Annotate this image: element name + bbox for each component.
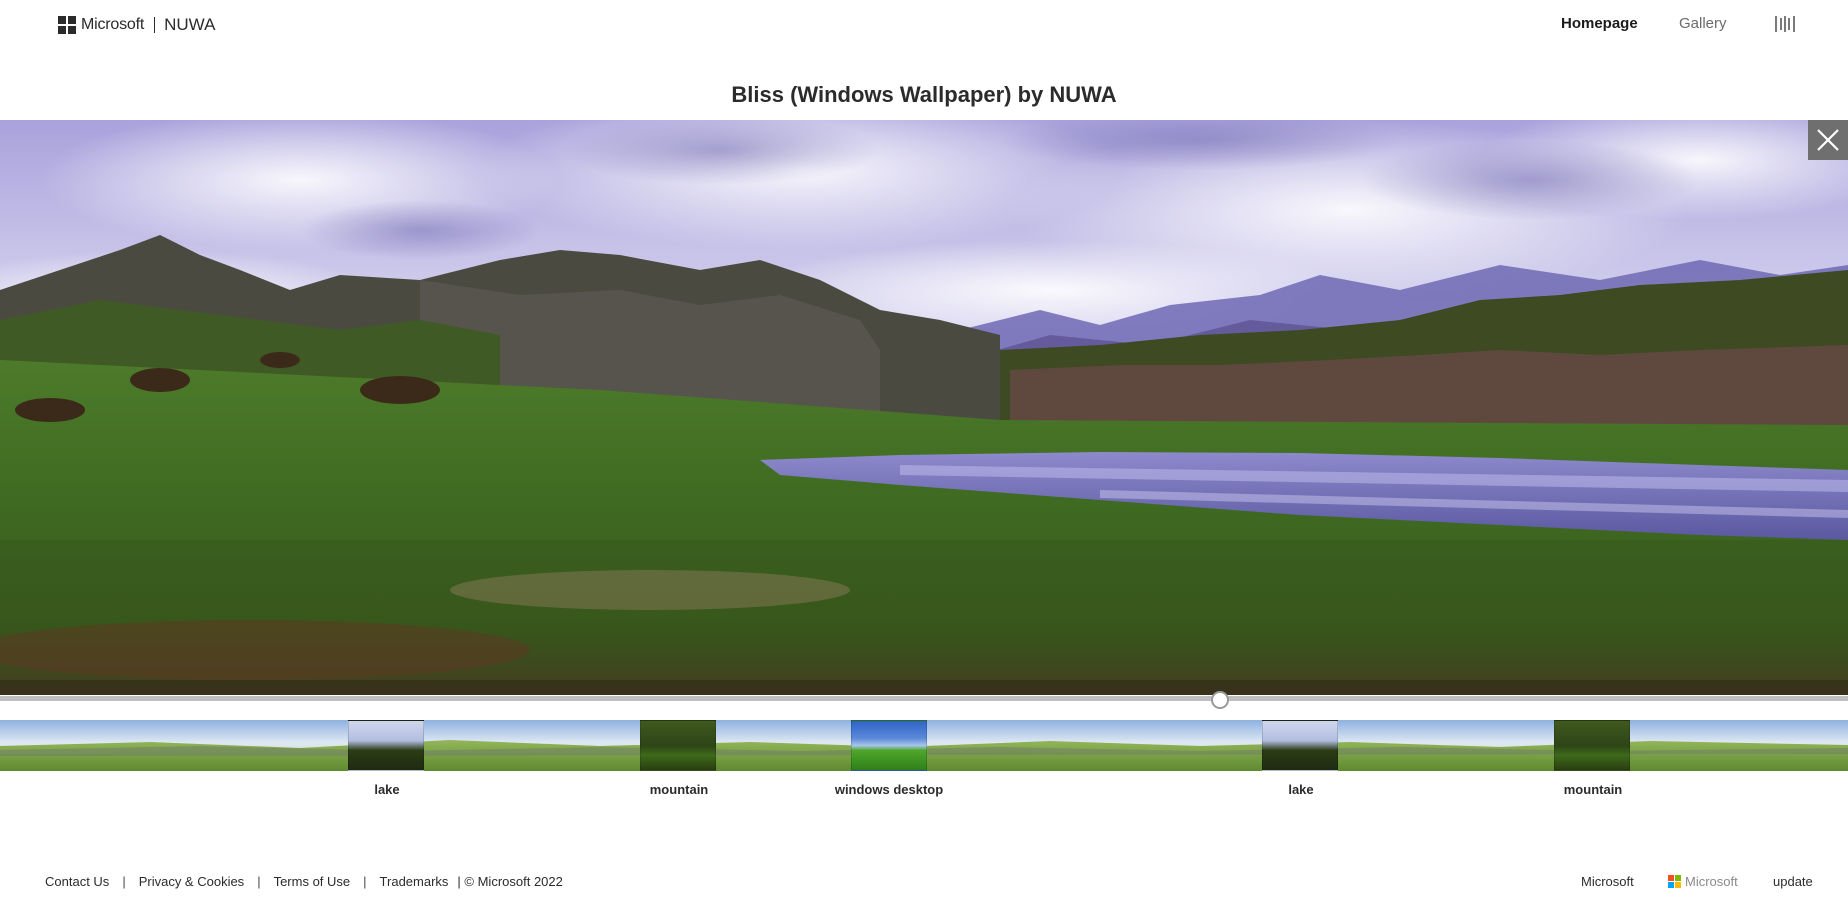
footer-microsoft-logo[interactable]: Microsoft (1668, 874, 1738, 889)
panorama-image (0, 120, 1848, 695)
slider-handle[interactable] (1211, 691, 1229, 709)
brand-name: Microsoft (81, 16, 145, 33)
thumbnail-label[interactable]: windows desktop (829, 781, 949, 799)
slider-track[interactable] (0, 696, 1848, 701)
microsoft-color-logo-icon (1668, 875, 1681, 888)
product-name: NUWA (164, 15, 216, 34)
barcode-bars-icon[interactable] (1775, 16, 1795, 32)
thumbnail-label[interactable]: lake (327, 781, 447, 799)
brand[interactable]: Microsoft NUWA (58, 14, 215, 36)
nav-homepage[interactable]: Homepage (1561, 15, 1638, 32)
footer-copyright: | © Microsoft 2022 (457, 874, 563, 889)
nav-gallery[interactable]: Gallery (1679, 15, 1727, 32)
footer-microsoft-link[interactable]: Microsoft (1581, 874, 1634, 889)
thumbnail-label[interactable]: lake (1241, 781, 1361, 799)
microsoft-logo-icon (58, 16, 76, 34)
thumbnail-strip[interactable] (0, 720, 1848, 771)
header: Microsoft NUWA Homepage Gallery (0, 0, 1848, 50)
close-button[interactable] (1808, 120, 1848, 160)
thumbnail-lake[interactable] (1262, 720, 1338, 771)
page: Microsoft NUWA Homepage Gallery Bliss (W… (0, 0, 1848, 902)
thumbnail-label[interactable]: mountain (619, 781, 739, 799)
page-title: Bliss (Windows Wallpaper) by NUWA (731, 82, 1117, 107)
footer-divider: | (257, 874, 261, 889)
thumbnail-mountain[interactable] (640, 720, 716, 771)
panorama-slider[interactable] (0, 691, 1848, 709)
footer-link-privacy[interactable]: Privacy & Cookies (139, 874, 244, 889)
thumbnail-lake[interactable] (348, 720, 424, 771)
footer-links: Contact Us | Privacy & Cookies | Terms o… (45, 874, 563, 889)
footer-link-contact[interactable]: Contact Us (45, 874, 109, 889)
brand-divider (154, 17, 156, 33)
thumbnail-label[interactable]: mountain (1533, 781, 1653, 799)
thumbnail-windows-desktop[interactable] (851, 720, 927, 771)
thumbnail-mountain[interactable] (1554, 720, 1630, 771)
footer-update-link[interactable]: update (1773, 874, 1813, 889)
footer-divider: | (363, 874, 367, 889)
panorama-viewer[interactable] (0, 120, 1848, 695)
footer-logo-text: Microsoft (1685, 874, 1738, 889)
close-icon (1817, 129, 1839, 151)
footer-link-terms[interactable]: Terms of Use (274, 874, 351, 889)
footer-link-trademarks[interactable]: Trademarks (380, 874, 449, 889)
footer-divider: | (122, 874, 126, 889)
